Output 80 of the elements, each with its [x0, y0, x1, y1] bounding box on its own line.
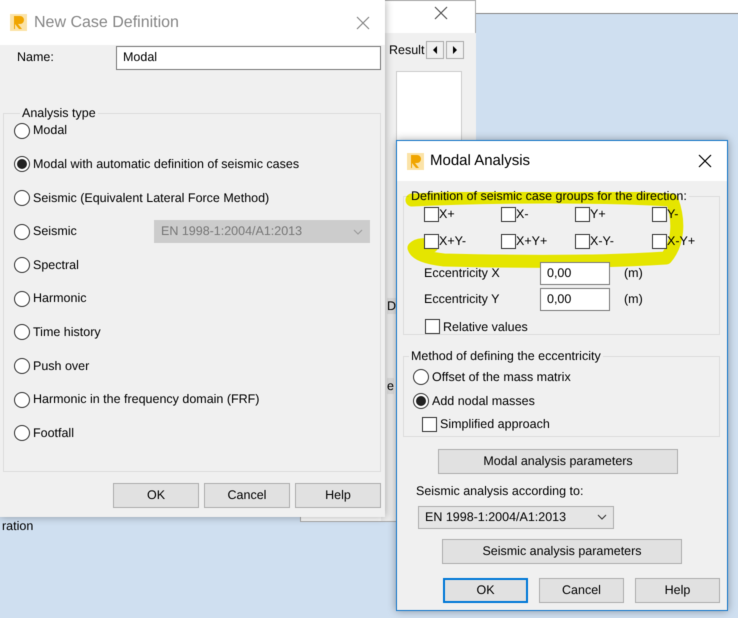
radio-label[interactable]: Seismic: [33, 222, 77, 241]
checkbox[interactable]: [652, 234, 667, 249]
close-icon: [697, 153, 713, 169]
dialog-button[interactable]: Cancel: [204, 483, 290, 508]
triangle-right-icon: [451, 45, 460, 56]
scroll-right-button[interactable]: [446, 41, 464, 60]
unit-label: (m): [624, 265, 643, 282]
dialog-button[interactable]: Cancel: [539, 578, 624, 603]
radio-button[interactable]: [14, 156, 30, 172]
window-title: Modal Analysis: [430, 150, 530, 171]
checkbox[interactable]: [424, 234, 439, 249]
checkbox-label[interactable]: X+Y+: [516, 232, 548, 250]
radio-label[interactable]: Add nodal masses: [432, 392, 535, 410]
dialog-button[interactable]: Help: [635, 578, 720, 603]
radio-button[interactable]: [14, 224, 30, 240]
triangle-left-icon: [431, 45, 440, 56]
radio-label[interactable]: Modal with automatic definition of seismic cases: [33, 155, 300, 174]
field-label: Name:: [17, 49, 55, 66]
radio-label[interactable]: Time history: [33, 322, 101, 342]
radio-button[interactable]: [14, 392, 30, 408]
scroll-left-button[interactable]: [426, 41, 444, 60]
radio-button[interactable]: [14, 358, 30, 374]
checkbox-label[interactable]: Relative values: [443, 318, 528, 336]
radio-button[interactable]: [413, 393, 429, 409]
checkbox-label[interactable]: Y+: [590, 205, 606, 224]
radio-button[interactable]: [14, 290, 30, 307]
checkbox[interactable]: [501, 206, 516, 222]
radio-label[interactable]: Push over: [33, 356, 90, 376]
checkbox[interactable]: [501, 234, 516, 249]
radio-label[interactable]: Spectral: [33, 256, 79, 275]
app-logo-icon: [10, 14, 27, 31]
radio-label[interactable]: Seismic (Equivalent Lateral Force Method): [33, 188, 270, 208]
app-logo-icon: [407, 152, 424, 170]
radio-button[interactable]: [14, 324, 30, 340]
checkbox-label[interactable]: Simplified approach: [440, 415, 550, 434]
radio-label[interactable]: Harmonic: [33, 289, 86, 308]
dialog-button[interactable]: Help: [295, 483, 381, 508]
field-label: Seismic analysis according to:: [416, 483, 584, 500]
chevron-down-icon: [597, 514, 607, 520]
checkbox[interactable]: [425, 319, 440, 334]
checkbox[interactable]: [575, 206, 590, 222]
checkbox-label[interactable]: X-: [516, 205, 528, 224]
radio-button[interactable]: [413, 369, 429, 385]
window-title: New Case Definition: [34, 12, 179, 32]
eccentricity-field[interactable]: 0,00: [540, 288, 610, 311]
radio-label[interactable]: Modal: [33, 121, 68, 140]
checkbox[interactable]: [575, 234, 590, 249]
tab[interactable]: Result: [389, 41, 424, 60]
radio-label[interactable]: Harmonic in the frequency domain (FRF): [33, 390, 260, 409]
checkbox-label[interactable]: X+Y-: [439, 232, 466, 250]
field-label: Eccentricity X: [424, 265, 501, 282]
close-icon: [433, 5, 449, 21]
text-label: ration: [2, 519, 34, 533]
radio-button[interactable]: [14, 190, 30, 206]
dialog-button[interactable]: OK: [113, 483, 199, 508]
group-title: Analysis type: [21, 106, 97, 121]
radio-label[interactable]: Footfall: [33, 424, 74, 443]
checkbox[interactable]: [422, 416, 437, 432]
parameters-button[interactable]: Modal analysis parameters: [438, 449, 678, 474]
dialog-button[interactable]: OK: [443, 578, 528, 603]
name-field[interactable]: Modal: [116, 46, 381, 70]
unit-label: (m): [624, 291, 643, 308]
group-title: Method of defining the eccentricity: [410, 349, 602, 364]
parameters-button[interactable]: Seismic analysis parameters: [442, 538, 682, 564]
checkbox[interactable]: [652, 206, 667, 222]
chevron-down-icon: [353, 228, 363, 235]
code-select[interactable]: EN 1998-1:2004/A1:2013: [418, 506, 614, 529]
button-label: D: [387, 298, 396, 314]
radio-button[interactable]: [14, 425, 30, 442]
radio-label[interactable]: Offset of the mass matrix: [432, 368, 571, 386]
radio-button[interactable]: [14, 122, 30, 139]
field-label: Eccentricity Y: [424, 291, 500, 308]
eccentricity-field[interactable]: 0,00: [540, 262, 610, 285]
radio-button[interactable]: [14, 257, 30, 274]
checkbox[interactable]: [424, 206, 439, 222]
close-icon: [355, 14, 371, 30]
code-select: EN 1998-1:2004/A1:2013: [154, 220, 370, 244]
checkbox-label[interactable]: X-Y-: [590, 232, 614, 250]
button-label: e: [387, 378, 394, 394]
checkbox-label[interactable]: X+: [439, 205, 455, 224]
